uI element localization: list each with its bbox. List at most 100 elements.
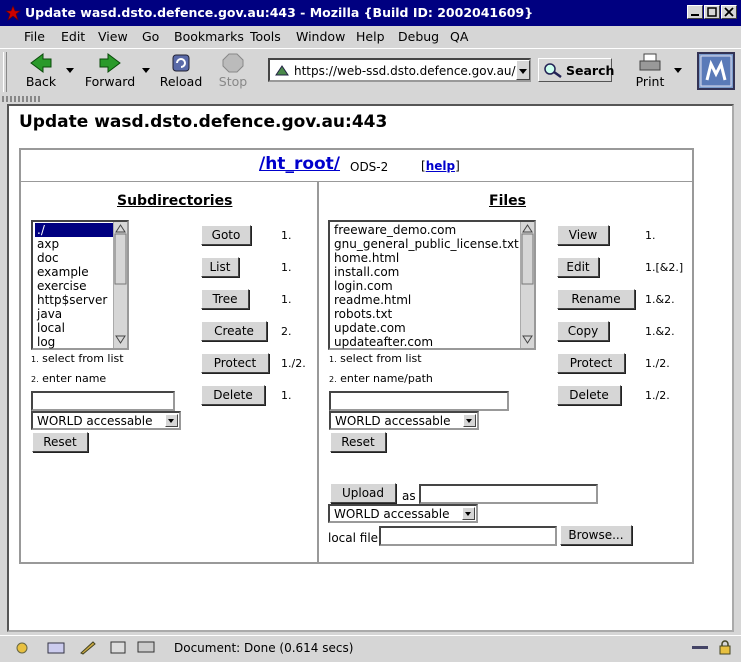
search-icon xyxy=(544,63,562,78)
subdirectory-protection-select[interactable]: WORLD accessable xyxy=(31,411,181,430)
lock-icon[interactable] xyxy=(715,640,735,655)
list-item[interactable]: log xyxy=(37,335,55,349)
menu-tools[interactable]: Tools xyxy=(250,29,281,44)
local-file-field[interactable] xyxy=(379,526,557,546)
list-scrollbar[interactable] xyxy=(113,222,127,348)
list-item[interactable]: gnu_general_public_license.txt xyxy=(334,237,519,251)
list-item[interactable]: axp xyxy=(37,237,59,251)
chat-icon[interactable] xyxy=(136,640,156,655)
help-link[interactable]: help xyxy=(426,159,455,173)
file-name-field[interactable] xyxy=(329,391,509,411)
list-item[interactable]: install.com xyxy=(334,265,399,279)
frame-middle xyxy=(317,181,319,564)
mozilla-logo-icon xyxy=(700,55,732,87)
frame-divider xyxy=(19,181,694,182)
forward-button[interactable]: Forward xyxy=(84,50,136,92)
goto-note: 1. xyxy=(281,229,292,242)
minimize-button[interactable] xyxy=(687,5,703,19)
mozilla-throbber[interactable] xyxy=(697,52,735,90)
forward-dropdown-icon[interactable] xyxy=(142,68,150,73)
list-item[interactable]: doc xyxy=(37,251,59,265)
frame-right xyxy=(692,148,694,564)
toolbar-collapse-grip[interactable] xyxy=(2,96,42,102)
maximize-icon xyxy=(707,7,717,17)
reload-button[interactable]: Reload xyxy=(158,50,204,92)
maximize-button[interactable] xyxy=(704,5,720,19)
list-item[interactable]: example xyxy=(37,265,89,279)
menu-go[interactable]: Go xyxy=(142,29,159,44)
search-button[interactable]: Search xyxy=(538,58,614,82)
file-protection-select[interactable]: WORLD accessable xyxy=(329,411,479,430)
subdirectory-reset-button[interactable]: Reset xyxy=(32,432,88,452)
menu-window[interactable]: Window xyxy=(296,29,345,44)
back-dropdown-icon[interactable] xyxy=(66,68,74,73)
url-field[interactable]: https://web-ssd.dsto.defence.gov.au/up xyxy=(268,58,531,82)
list-item[interactable]: updateafter.com xyxy=(334,335,433,349)
tree-button[interactable]: Tree xyxy=(201,289,249,309)
browse-button[interactable]: Browse... xyxy=(560,525,632,545)
subdirectory-delete-note: 1. xyxy=(281,389,292,402)
list-item[interactable]: login.com xyxy=(334,279,393,293)
subdirectory-list[interactable]: ./ axp doc example exercise http$server … xyxy=(31,220,129,350)
menu-help[interactable]: Help xyxy=(356,29,385,44)
list-item[interactable]: update.com xyxy=(334,321,406,335)
status-text: Document: Done (0.614 secs) xyxy=(174,641,354,655)
navigator-icon[interactable] xyxy=(12,640,32,655)
toolbar-grip[interactable] xyxy=(3,52,7,92)
upload-as-field[interactable] xyxy=(419,484,598,504)
menu-edit[interactable]: Edit xyxy=(61,29,85,44)
list-button[interactable]: List xyxy=(201,257,239,277)
close-button[interactable] xyxy=(721,5,737,19)
menu-debug[interactable]: Debug xyxy=(398,29,439,44)
copy-note: 1.&2. xyxy=(645,325,675,338)
print-button[interactable]: Print xyxy=(630,50,670,92)
list-item[interactable]: readme.html xyxy=(334,293,411,307)
list-item[interactable]: java xyxy=(37,307,62,321)
list-item[interactable]: home.html xyxy=(334,251,399,265)
address-book-icon[interactable] xyxy=(108,640,128,655)
copy-button[interactable]: Copy xyxy=(557,321,609,341)
edit-note: 1.[&2.] xyxy=(645,261,684,274)
menu-view[interactable]: View xyxy=(98,29,128,44)
create-button[interactable]: Create xyxy=(201,321,267,341)
list-item[interactable]: exercise xyxy=(37,279,87,293)
file-list[interactable]: freeware_demo.com gnu_general_public_lic… xyxy=(328,220,536,350)
chevron-down-icon xyxy=(463,414,476,427)
file-delete-button[interactable]: Delete xyxy=(557,385,621,405)
file-protect-button[interactable]: Protect xyxy=(557,353,625,373)
minimize-icon xyxy=(691,14,699,16)
rename-note: 1.&2. xyxy=(645,293,675,306)
list-item[interactable]: http$server xyxy=(37,293,107,307)
list-item[interactable]: freeware_demo.com xyxy=(334,223,456,237)
stop-button[interactable]: Stop xyxy=(212,50,254,92)
site-icon xyxy=(275,65,289,76)
list-item[interactable]: local xyxy=(37,321,65,335)
back-button[interactable]: Back xyxy=(20,50,62,92)
file-delete-note: 1./2. xyxy=(645,389,670,402)
print-dropdown-icon[interactable] xyxy=(674,68,682,73)
url-text: https://web-ssd.dsto.defence.gov.au/up xyxy=(294,64,518,78)
url-history-dropdown[interactable] xyxy=(516,60,530,80)
file-protect-note: 1./2. xyxy=(645,357,670,370)
view-button[interactable]: View xyxy=(557,225,609,245)
rename-button[interactable]: Rename xyxy=(557,289,635,309)
goto-button[interactable]: Goto xyxy=(201,225,251,245)
menu-qa[interactable]: QA xyxy=(450,29,468,44)
upload-protection-select[interactable]: WORLD accessable xyxy=(328,504,478,523)
close-icon xyxy=(724,7,734,17)
subdirectory-delete-button[interactable]: Delete xyxy=(201,385,265,405)
path-link[interactable]: /ht_root/ xyxy=(259,154,340,174)
list-item[interactable]: robots.txt xyxy=(334,307,392,321)
subdirectory-protect-button[interactable]: Protect xyxy=(201,353,269,373)
menu-bookmarks[interactable]: Bookmarks xyxy=(174,29,244,44)
upload-button[interactable]: Upload xyxy=(330,483,396,503)
composer-icon[interactable] xyxy=(78,640,98,655)
window-titlebar: Update wasd.dsto.defence.gov.au:443 - Mo… xyxy=(0,0,741,26)
subdirectory-name-field[interactable] xyxy=(31,391,175,411)
edit-button[interactable]: Edit xyxy=(557,257,599,277)
mail-icon[interactable] xyxy=(46,640,66,655)
file-reset-button[interactable]: Reset xyxy=(330,432,386,452)
list-item[interactable]: ./ xyxy=(35,223,115,237)
menu-file[interactable]: File xyxy=(24,29,45,44)
list-scrollbar[interactable] xyxy=(520,222,534,348)
